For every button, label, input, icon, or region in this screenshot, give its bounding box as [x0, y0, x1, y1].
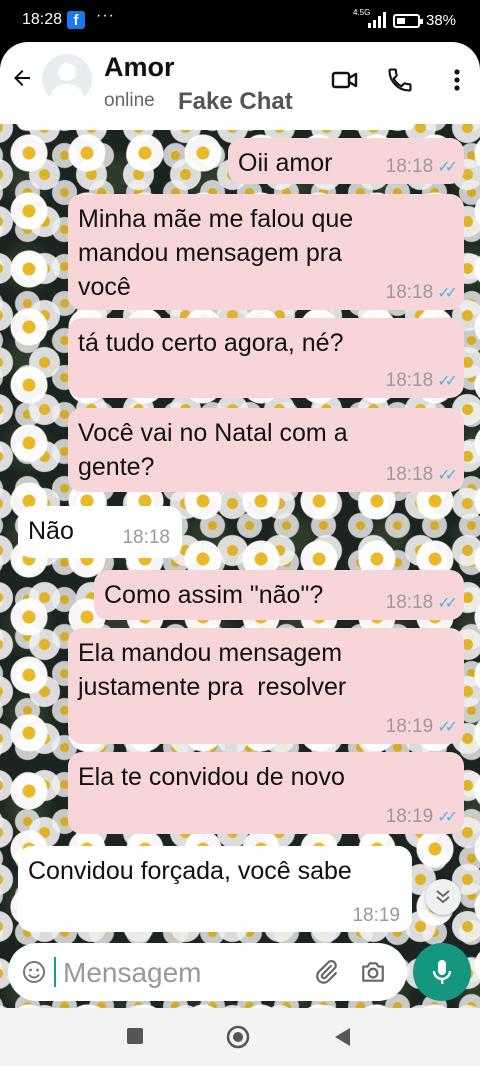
message-meta: 18:18 ✓✓	[385, 463, 458, 488]
message-time: 18:18	[385, 282, 434, 303]
message-bubble[interactable]: Ela mandou mensagem justamente pra resol…	[68, 628, 464, 744]
message-text: Ela mandou mensagem justamente pra resol…	[78, 639, 347, 701]
message-bubble[interactable]: Você vai no Natal com a gente? 18:18 ✓✓	[68, 408, 464, 492]
read-receipt-icon: ✓✓	[437, 285, 458, 302]
more-vert-icon[interactable]	[443, 66, 471, 94]
message-meta: 18:19 ✓✓	[385, 715, 458, 740]
message-bubble[interactable]: Como assim "não"? 18:18 ✓✓	[94, 570, 464, 620]
avatar-head-shape	[58, 63, 76, 81]
message-time: 18:18	[385, 464, 434, 485]
message-text: Convidou forçada, você sabe	[28, 857, 352, 885]
message-bubble[interactable]: Não 18:18	[18, 506, 182, 558]
chat-header: Amor online Fake Chat	[0, 42, 480, 124]
phone-icon[interactable]	[386, 66, 414, 94]
battery-icon	[393, 14, 423, 28]
header-shadow	[18, 124, 414, 130]
message-bubble[interactable]: tá tudo certo agora, né? 18:18 ✓✓	[68, 318, 464, 398]
recents-icon[interactable]	[126, 1027, 144, 1045]
message-meta: 18:19 ✓✓	[385, 805, 458, 830]
message-bubble[interactable]: Oii amor 18:18 ✓✓	[228, 138, 464, 184]
message-text: Ela te convidou de novo	[78, 763, 345, 791]
message-text: tá tudo certo agora, né?	[78, 329, 344, 357]
read-receipt-icon: ✓✓	[437, 159, 458, 176]
read-receipt-icon: ✓✓	[437, 467, 458, 484]
read-receipt-icon: ✓✓	[437, 373, 458, 390]
status-bar: 18:28 f ··· 4.5G 38%	[0, 0, 480, 42]
message-time: 18:18	[122, 527, 170, 548]
message-time: 18:19	[385, 806, 434, 827]
message-time: 18:19	[385, 716, 434, 737]
message-composer[interactable]: Mensagem	[8, 943, 407, 1001]
message-input[interactable]: Mensagem	[63, 957, 202, 989]
more-notifications: ···	[96, 7, 115, 24]
double-chevron-down-icon	[436, 890, 450, 904]
clock: 18:28	[22, 11, 63, 28]
message-bubble[interactable]: Convidou forçada, você sabe 18:19	[18, 846, 412, 932]
avatar-body-shape	[50, 84, 84, 104]
chat-area[interactable]: Oii amor 18:18 ✓✓ Minha mãe me falou que …	[0, 124, 480, 1008]
text-cursor	[54, 957, 56, 987]
avatar[interactable]	[42, 54, 92, 104]
message-time: 18:18	[385, 156, 434, 177]
microphone-icon	[432, 960, 452, 984]
message-bubble[interactable]: Minha mãe me falou que mandou mensagem p…	[68, 194, 464, 310]
emoji-icon[interactable]	[22, 960, 46, 984]
back-arrow-icon[interactable]	[10, 66, 34, 90]
message-meta: 18:18 ✓✓	[385, 281, 458, 306]
contact-status: online	[104, 90, 155, 111]
microphone-button[interactable]	[413, 943, 471, 1001]
signal-icon	[368, 12, 386, 28]
read-receipt-icon: ✓✓	[437, 595, 458, 612]
message-meta: 18:18 ✓✓	[385, 155, 458, 180]
message-bubble[interactable]: Ela te convidou de novo 18:19 ✓✓	[68, 752, 464, 834]
attach-icon[interactable]	[313, 959, 339, 985]
camera-icon[interactable]	[360, 959, 386, 985]
system-nav-bar	[0, 1008, 480, 1066]
contact-name[interactable]: Amor	[104, 52, 175, 83]
message-meta: 18:18 ✓✓	[385, 369, 458, 394]
message-time: 18:18	[385, 370, 434, 391]
message-time: 18:18	[385, 592, 434, 613]
read-receipt-icon: ✓✓	[437, 719, 458, 736]
read-receipt-icon: ✓✓	[437, 809, 458, 826]
facebook-icon: f	[67, 11, 85, 29]
home-icon[interactable]	[226, 1025, 250, 1049]
battery-percentage: 38%	[426, 12, 457, 29]
message-meta: 18:18 ✓✓	[385, 591, 458, 616]
video-call-icon[interactable]	[331, 66, 359, 94]
back-nav-icon[interactable]	[333, 1027, 351, 1047]
watermark: Fake Chat	[178, 88, 293, 115]
scroll-to-bottom-button[interactable]	[425, 879, 461, 915]
message-time: 18:19	[352, 905, 400, 926]
